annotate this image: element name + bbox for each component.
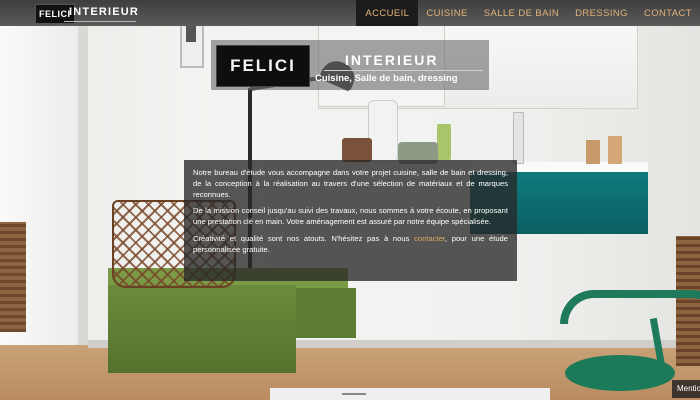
- intro-paragraph-2: De la mission conseil jusqu'au suivi des…: [193, 206, 508, 227]
- hero-subtitle: Cuisine, Salle de bain, dressing: [315, 73, 458, 84]
- green-bottle: [437, 124, 451, 160]
- header-logo-text[interactable]: INTERIEUR: [69, 6, 139, 18]
- nav-item-salle-de-bain[interactable]: SALLE DE BAIN: [476, 0, 567, 26]
- green-cabinet-side: [296, 288, 356, 338]
- wooden-dispenser: [608, 136, 622, 164]
- green-cabinet: [108, 285, 296, 373]
- door-edge: [78, 25, 88, 400]
- main-nav: ACCUEIL CUISINE SALLE DE BAIN DRESSING C…: [356, 0, 700, 26]
- hero-logo: FELICI: [216, 45, 310, 87]
- intro-paragraph-3-start: Créativité et qualité sont nos atouts. N…: [193, 233, 415, 243]
- intro-paragraph-1: Notre bureau d'étude vous accompagne dan…: [193, 168, 508, 199]
- intro-text-panel: Notre bureau d'étude vous accompagne dan…: [184, 160, 517, 281]
- mentions-tab[interactable]: Mentions: [672, 380, 700, 398]
- left-wall: [0, 25, 78, 400]
- hero-title: INTERIEUR: [345, 52, 439, 68]
- contact-link[interactable]: contacter: [414, 234, 445, 243]
- header-logo-mark-text: FELICI: [39, 9, 71, 19]
- hero-logo-text: FELICI: [230, 56, 296, 75]
- intro-paragraph-3: Créativité et qualité sont nos atouts. N…: [193, 234, 508, 256]
- chair-back: [560, 290, 700, 324]
- white-vase: [368, 100, 398, 162]
- nav-item-dressing[interactable]: DRESSING: [567, 0, 636, 26]
- top-navigation-bar: FELICI INTERIEUR ACCUEIL CUISINE SALLE D…: [0, 0, 700, 26]
- green-chair: [565, 355, 675, 391]
- nav-item-cuisine[interactable]: CUISINE: [418, 0, 475, 26]
- rug: [270, 388, 550, 400]
- wooden-jar: [586, 140, 600, 164]
- hero-title-underline: [324, 70, 483, 71]
- nav-item-accueil[interactable]: ACCUEIL: [356, 0, 419, 26]
- logo-underline: [64, 21, 136, 22]
- faucet: [513, 112, 524, 164]
- nav-item-contact[interactable]: CONTACT: [636, 0, 700, 26]
- hero-brand-card: FELICI INTERIEUR Cuisine, Salle de bain,…: [211, 40, 489, 90]
- radio: [342, 138, 372, 162]
- wicker-basket-left: [0, 222, 26, 332]
